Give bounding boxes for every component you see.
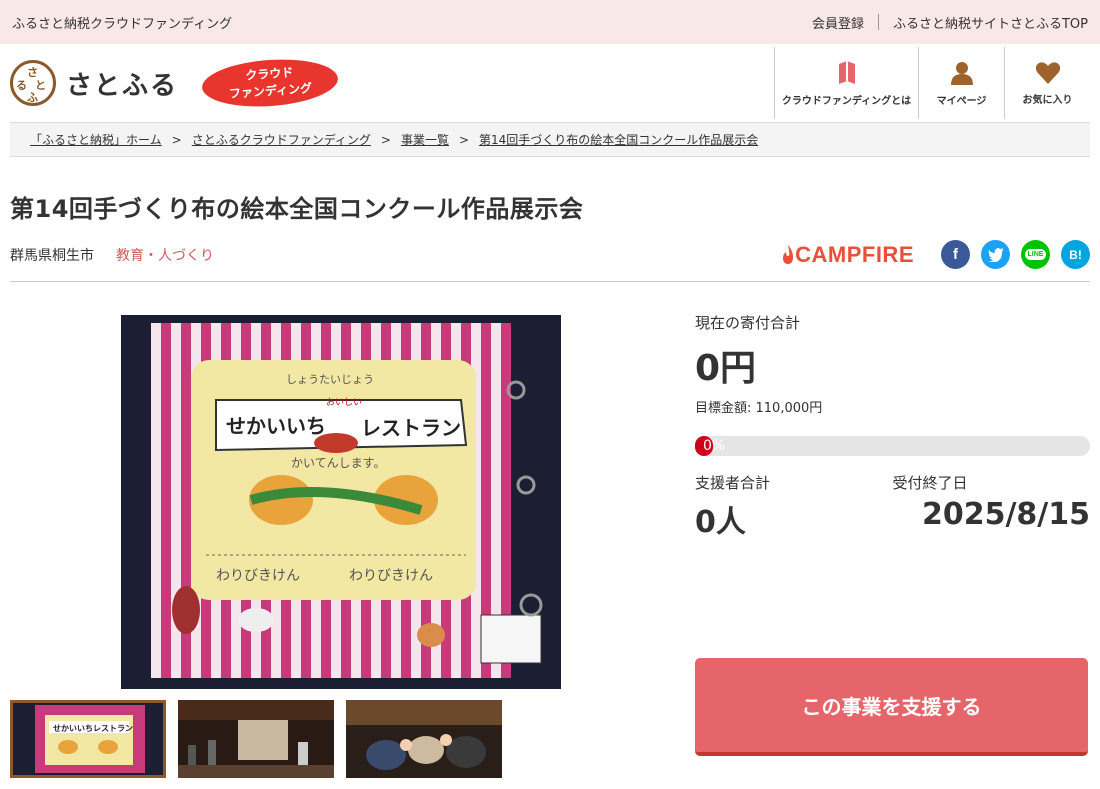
cloth-book-text: レストラン xyxy=(361,416,461,440)
stats-row: 支援者合計 0人 受付終了日 2025/8/15 xyxy=(695,472,1090,541)
thumbnail-3[interactable] xyxy=(346,700,502,778)
cloth-book-text: せかいいち xyxy=(226,414,326,438)
book-icon xyxy=(838,60,855,84)
logo-mark-char: ふ xyxy=(27,91,38,104)
register-link[interactable]: 会員登録 xyxy=(812,13,864,32)
cloth-book-picture: しょうたいじょう せかいいち おいしい レストラン かいてんします。 わりびきけ… xyxy=(121,315,561,689)
breadcrumb-sep: > xyxy=(458,132,470,147)
breadcrumb-sep: > xyxy=(171,132,182,147)
cloth-book-text: かいてんします。 xyxy=(291,456,385,470)
heart-icon xyxy=(1035,61,1060,84)
supporters-value: 0人 xyxy=(695,505,746,540)
nav-label: クラウドファンディングとは xyxy=(781,95,912,107)
breadcrumb: 「ふるさと納税」ホーム > さとふるクラウドファンディング > 事業一覧 > 第… xyxy=(10,122,1090,157)
current-amount-label: 現在の寄付合計 xyxy=(695,314,801,332)
top-bar-links: 会員登録 ふるさと納税サイトさとふるTOP xyxy=(812,13,1088,32)
logo[interactable]: さ と ふ る さとふる クラウド ファンディング xyxy=(10,55,340,111)
nav-about-crowdfunding[interactable]: クラウドファンディングとは xyxy=(774,47,918,119)
divider xyxy=(877,14,879,30)
line-share-button[interactable]: LINE xyxy=(1021,240,1050,269)
header-nav: クラウドファンディングとは マイページ お気に入り xyxy=(774,47,1090,119)
breadcrumb-home[interactable]: 「ふるさと納税」ホーム xyxy=(30,131,162,148)
thumbnail-strip: せかいいちレストラン xyxy=(10,700,514,778)
site-header: さ と ふ る さとふる クラウド ファンディング クラウドファンディングとは … xyxy=(0,44,1100,122)
location-link[interactable]: 群馬県桐生市 xyxy=(10,245,94,265)
category-link[interactable]: 教育・人づくり xyxy=(116,245,214,265)
top-bar: ふるさと納税クラウドファンディング 会員登録 ふるさと納税サイトさとふるTOP xyxy=(0,0,1100,44)
target-amount: 目標金額: 110,000円 xyxy=(695,401,823,416)
line-icon: LINE xyxy=(1024,249,1047,260)
thumbnail-2[interactable] xyxy=(178,700,334,778)
thumbnail-picture xyxy=(178,700,334,778)
breadcrumb-sep: > xyxy=(380,132,391,147)
funding-panel: 現在の寄付合計 0円 目標金額: 110,000円 0% 支援者合計 0人 受付… xyxy=(670,282,1090,762)
cloth-book-text: わりびきけん xyxy=(349,568,433,584)
supporters-label: 支援者合計 xyxy=(695,474,771,492)
share-bar: CAMPFIRE f LINE B! xyxy=(781,240,1090,269)
deadline-stat: 受付終了日 2025/8/15 xyxy=(893,472,1091,541)
deadline-label: 受付終了日 xyxy=(892,474,968,492)
facebook-share-button[interactable]: f xyxy=(941,240,970,269)
thumbnail-1[interactable]: せかいいちレストラン xyxy=(10,700,166,778)
badge-line-2: ファンディング xyxy=(228,81,313,101)
nav-mypage[interactable]: マイページ xyxy=(918,47,1004,119)
breadcrumb-project-list[interactable]: 事業一覧 xyxy=(401,131,449,148)
twitter-icon xyxy=(987,247,1004,262)
hatena-share-button[interactable]: B! xyxy=(1061,240,1090,269)
crowdfunding-badge[interactable]: クラウド ファンディング xyxy=(200,55,340,111)
twitter-share-button[interactable] xyxy=(981,240,1010,269)
project-tags: 群馬県桐生市 教育・人づくり xyxy=(10,245,214,265)
facebook-icon: f xyxy=(953,246,958,263)
thumbnail-picture xyxy=(346,700,502,778)
thumbnail-text: せかいいちレストラン xyxy=(53,724,133,733)
progress-percent: 0% xyxy=(703,438,726,454)
progress-bar: 0% xyxy=(695,436,1090,456)
main-project-image[interactable]: しょうたいじょう せかいいち おいしい レストラン かいてんします。 わりびきけ… xyxy=(121,315,561,689)
breadcrumb-current[interactable]: 第14回手づくり布の絵本全国コンクール作品展示会 xyxy=(479,131,758,148)
nav-favorites[interactable]: お気に入り xyxy=(1004,47,1090,119)
breadcrumb-crowdfunding[interactable]: さとふるクラウドファンディング xyxy=(192,131,371,148)
logo-mark-icon: さ と ふ る xyxy=(10,60,56,106)
image-gallery: しょうたいじょう せかいいち おいしい レストラン かいてんします。 わりびきけ… xyxy=(10,282,670,778)
thumbnail-picture: せかいいちレストラン xyxy=(13,703,163,775)
nav-label: マイページ xyxy=(936,95,987,107)
project-meta: 群馬県桐生市 教育・人づくり CAMPFIRE f LINE B! xyxy=(10,238,1090,282)
campfire-text: CAMPFIRE xyxy=(795,241,914,267)
flame-icon xyxy=(783,244,794,264)
logo-text: さとふる xyxy=(66,70,179,101)
page-title: 第14回手づくり布の絵本全国コンクール作品展示会 xyxy=(10,195,584,223)
user-icon xyxy=(950,61,973,85)
deadline-value: 2025/8/15 xyxy=(921,497,1090,532)
cloth-book-text: しょうたいじょう xyxy=(286,373,374,386)
support-button[interactable]: この事業を支援する xyxy=(695,658,1088,756)
main-content: しょうたいじょう せかいいち おいしい レストラン かいてんします。 わりびきけ… xyxy=(10,282,1090,778)
hatena-icon: B! xyxy=(1069,247,1082,262)
cloth-book-text: おいしい xyxy=(326,397,362,408)
site-label-link[interactable]: ふるさと納税クラウドファンディング xyxy=(12,13,232,32)
satofull-top-link[interactable]: ふるさと納税サイトさとふるTOP xyxy=(893,13,1088,32)
logo-mark-char: る xyxy=(16,79,27,92)
campfire-logo[interactable]: CAMPFIRE xyxy=(781,242,914,268)
nav-label: お気に入り xyxy=(1022,94,1073,106)
supporters-stat: 支援者合計 0人 xyxy=(695,472,893,541)
current-amount-value: 0円 xyxy=(695,348,757,389)
cloth-book-text: わりびきけん xyxy=(216,568,300,584)
